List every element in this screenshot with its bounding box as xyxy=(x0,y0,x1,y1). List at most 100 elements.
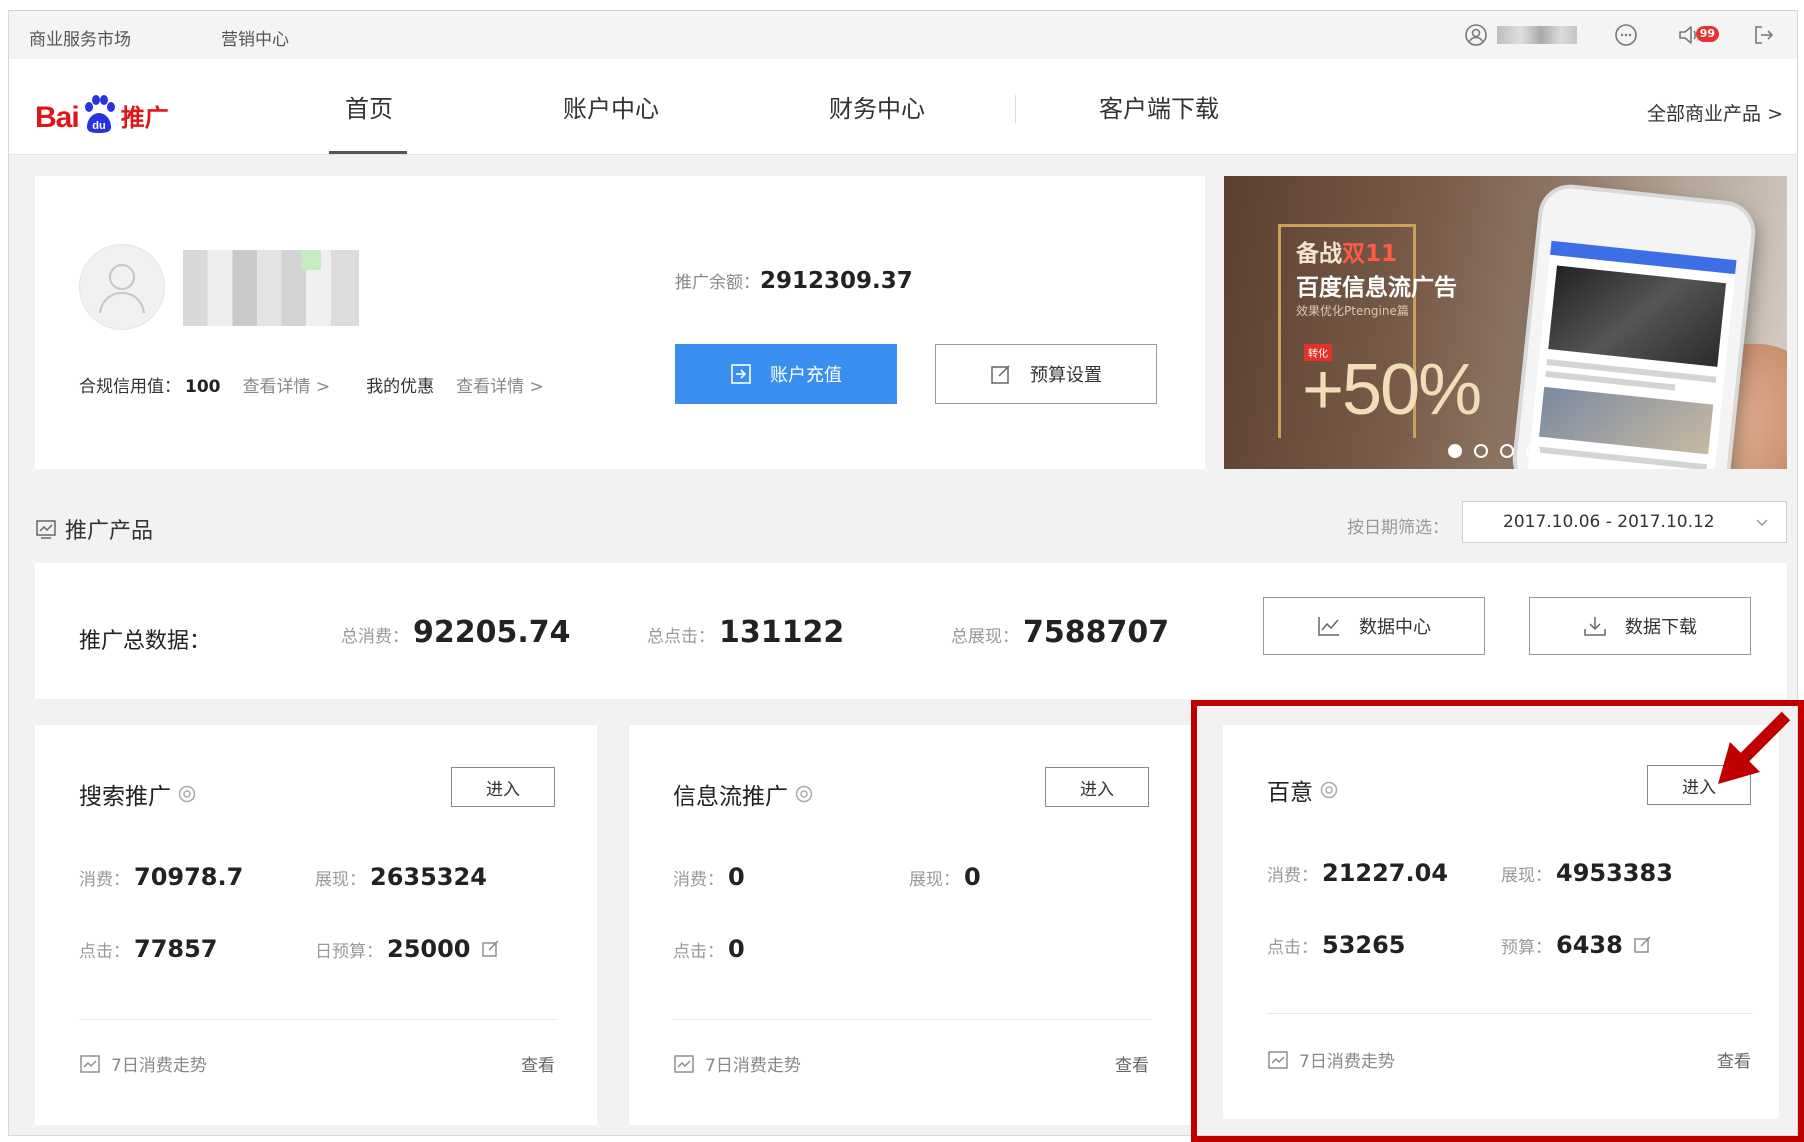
view-link[interactable]: 查看 xyxy=(1115,1051,1149,1076)
paw-icon: du xyxy=(81,95,117,135)
total-impressions: 总展现： 7588707 xyxy=(951,615,1169,650)
metric-value: 0 xyxy=(728,935,745,963)
enter-button[interactable]: 进入 xyxy=(451,767,555,807)
metric-value: 77857 xyxy=(134,935,218,963)
all-products-link[interactable]: 全部商业产品 > xyxy=(1647,99,1783,126)
trend-chart-icon xyxy=(674,1054,694,1073)
logo-text-tuiguang: 推广 xyxy=(120,104,169,132)
data-download-label: 数据下载 xyxy=(1625,617,1697,637)
total-clicks-value: 131122 xyxy=(719,615,845,650)
metric-value: 0 xyxy=(728,863,745,891)
metric-label: 消费： xyxy=(673,870,724,890)
metric-value: 2635324 xyxy=(370,863,487,891)
metric-label: 日预算： xyxy=(315,941,383,962)
avatar-person-icon xyxy=(99,264,145,314)
account-name-blurred xyxy=(183,250,359,326)
metric-impressions: 展现： 0 xyxy=(909,863,981,891)
section-title: 推广产品 xyxy=(35,513,153,545)
nav-item-home[interactable]: 首页 xyxy=(345,89,393,124)
user-icon xyxy=(1461,20,1491,50)
svg-text:du: du xyxy=(92,120,105,132)
trend-label: 7日消费走势 xyxy=(111,1056,207,1076)
notification-badge: 99 xyxy=(1695,26,1719,42)
edit-icon xyxy=(991,365,1010,384)
totals-title: 推广总数据： xyxy=(79,629,212,654)
metric-label: 展现： xyxy=(315,870,366,890)
nav-item-finance-center[interactable]: 财务中心 xyxy=(829,89,925,124)
marketing-center-link[interactable]: 营销中心 xyxy=(221,25,289,50)
date-filter-label: 按日期筛选： xyxy=(1347,518,1449,538)
banner-line1: 备战双11 xyxy=(1296,241,1398,267)
metric-clicks: 点击： 77857 xyxy=(79,935,218,963)
recharge-button[interactable]: 账户充值 xyxy=(675,344,897,404)
data-center-label: 数据中心 xyxy=(1359,617,1431,637)
account-info-row: 合规信用值： 100 查看详情 > 我的优惠 查看详情 > xyxy=(79,372,544,397)
balance: 推广余额：2912309.37 xyxy=(675,268,913,294)
total-clicks: 总点击： 131122 xyxy=(647,615,844,650)
card-divider xyxy=(79,1019,557,1020)
avatar xyxy=(79,244,165,330)
nav-item-account-center[interactable]: 账户中心 xyxy=(563,89,659,124)
user-menu[interactable] xyxy=(1461,20,1577,50)
card-divider xyxy=(673,1019,1151,1020)
nav-divider xyxy=(1015,95,1016,123)
budget-settings-button[interactable]: 预算设置 xyxy=(935,344,1157,404)
logout-icon[interactable] xyxy=(1749,20,1779,50)
baidu-tuiguang-logo[interactable]: Bai du 推广 xyxy=(35,85,169,135)
trend-chart-icon xyxy=(80,1054,100,1073)
enter-button[interactable]: 进入 xyxy=(1045,767,1149,807)
credit-value: 100 xyxy=(185,377,221,397)
nav-item-client-download[interactable]: 客户端下载 xyxy=(1099,89,1219,124)
carousel-dot-1[interactable] xyxy=(1448,444,1462,458)
trend-row: 7日消费走势 xyxy=(673,1051,801,1076)
message-icon[interactable] xyxy=(1611,20,1641,50)
product-name: 信息流推广 xyxy=(673,784,788,810)
product-name: 搜索推广 xyxy=(79,784,171,810)
total-clicks-label: 总点击： xyxy=(647,627,715,647)
edit-icon[interactable] xyxy=(481,939,501,959)
total-impressions-value: 7588707 xyxy=(1023,615,1170,650)
promo-banner[interactable]: 备战双11 百度信息流广告 效果优化Ptengine篇 +50% 转化 xyxy=(1224,176,1787,469)
carousel-dot-4[interactable] xyxy=(1526,444,1540,458)
metric-label: 点击： xyxy=(79,942,130,962)
metric-label: 消费： xyxy=(79,870,130,890)
metric-value: 0 xyxy=(964,863,981,891)
main-nav: Bai du 推广 首页 账户中心 财务中心 客户端下载 全部商业产品 > xyxy=(9,59,1797,155)
gear-icon[interactable] xyxy=(177,784,197,804)
top-right-tools: 99 xyxy=(1461,19,1779,51)
carousel-dot-3[interactable] xyxy=(1500,444,1514,458)
chevron-down-icon xyxy=(1756,519,1768,527)
metric-impressions: 展现： 2635324 xyxy=(315,863,487,891)
annotation-arrow-icon xyxy=(1718,712,1791,784)
section-title-text: 推广产品 xyxy=(65,519,154,544)
metric-value: 25000 xyxy=(387,935,471,963)
date-range-value: 2017.10.06 - 2017.10.12 xyxy=(1503,512,1715,532)
date-range-select[interactable]: 2017.10.06 - 2017.10.12 xyxy=(1462,501,1787,543)
business-market-link[interactable]: 商业服务市场 xyxy=(29,25,131,50)
coupon-detail-link[interactable]: 查看详情 > xyxy=(456,372,544,397)
top-utility-bar: 商业服务市场 营销中心 99 xyxy=(9,11,1797,59)
data-center-button[interactable]: 数据中心 xyxy=(1263,597,1485,655)
banner-line2: 百度信息流广告 xyxy=(1296,275,1457,301)
username-blurred xyxy=(1497,26,1577,44)
total-impressions-label: 总展现： xyxy=(951,627,1019,647)
metric-cost: 消费： 0 xyxy=(673,863,745,891)
credit-label: 合规信用值： xyxy=(79,377,181,397)
nav-active-underline xyxy=(329,151,407,154)
metric-daily-budget: 日预算： 25000 xyxy=(315,935,501,963)
balance-label: 推广余额： xyxy=(675,273,760,293)
budget-settings-label: 预算设置 xyxy=(1030,365,1102,385)
trend-label: 7日消费走势 xyxy=(705,1056,801,1076)
view-link[interactable]: 查看 xyxy=(521,1051,555,1076)
total-cost-label: 总消费： xyxy=(341,627,409,647)
gear-icon[interactable] xyxy=(794,784,814,804)
logo-text-bai: Bai xyxy=(35,101,80,134)
notification-icon[interactable]: 99 xyxy=(1675,20,1719,50)
carousel-dot-2[interactable] xyxy=(1474,444,1488,458)
balance-value: 2912309.37 xyxy=(760,268,913,294)
account-card: 合规信用值： 100 查看详情 > 我的优惠 查看详情 > 推广余额：29123… xyxy=(35,176,1205,469)
data-download-button[interactable]: 数据下载 xyxy=(1529,597,1751,655)
credit-detail-link[interactable]: 查看详情 > xyxy=(243,372,331,397)
trend-row: 7日消费走势 xyxy=(79,1051,207,1076)
chart-icon xyxy=(36,520,56,539)
